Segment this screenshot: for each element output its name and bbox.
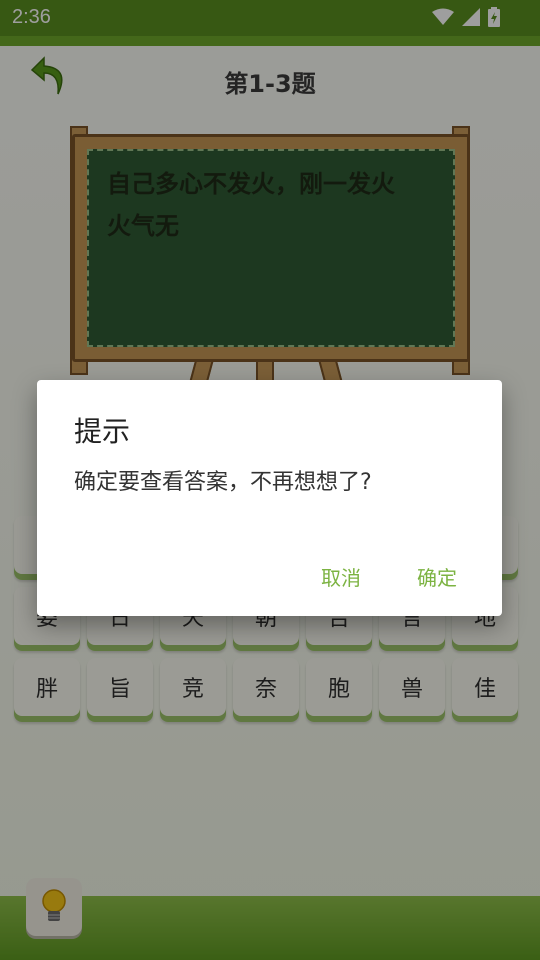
confirm-dialog: 提示 确定要查看答案，不再想想了? 取消 确定: [37, 380, 502, 616]
dialog-message: 确定要查看答案，不再想想了?: [74, 470, 372, 495]
confirm-button[interactable]: 确定: [411, 560, 463, 593]
dialog-title: 提示: [74, 415, 131, 448]
cancel-button[interactable]: 取消: [315, 560, 367, 593]
